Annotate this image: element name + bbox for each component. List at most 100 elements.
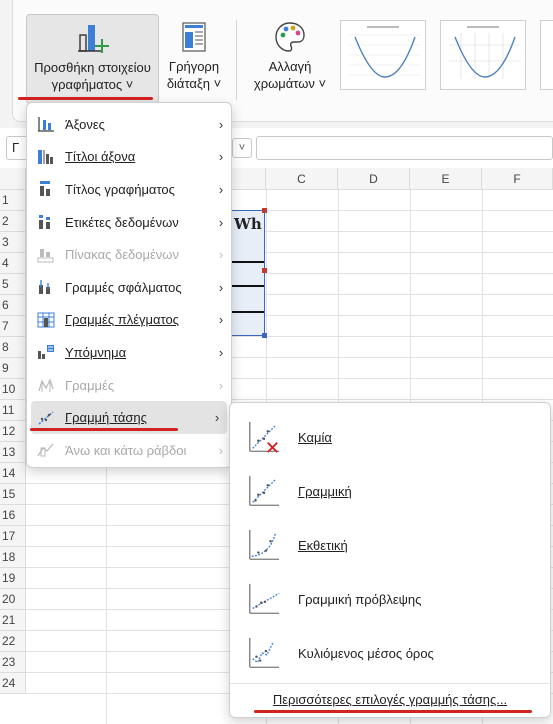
resize-handle[interactable]	[262, 333, 267, 338]
quick-layout-button[interactable]: Γρήγορη διάταξη ˅	[160, 14, 228, 104]
ribbon-separator	[236, 20, 237, 100]
menu-item-axes[interactable]: Άξονες ›	[27, 108, 231, 141]
row-header[interactable]: 16	[0, 505, 26, 526]
row-header[interactable]: 10	[0, 379, 26, 400]
quick-layout-label-1: Γρήγορη	[168, 59, 220, 74]
cell-border	[229, 311, 264, 313]
row-header[interactable]: 17	[0, 526, 26, 547]
menu-item-label: Γραμμή τάσης	[65, 410, 147, 426]
menu-item-label: Γραμμές σφάλματος	[65, 279, 182, 295]
row-header[interactable]: 13	[0, 442, 26, 463]
chevron-right-icon: ›	[218, 116, 224, 132]
data-table-icon	[37, 246, 59, 264]
menu-item-legend[interactable]: Υπόμνημα ›	[27, 336, 231, 369]
chart-style-preview	[449, 26, 521, 79]
trendline-exponential-icon	[249, 529, 280, 560]
axis-titles-icon	[37, 148, 59, 166]
trendline-submenu: Καμία Γραμμική Εκθετική Γραμμική πρόβλεψ…	[229, 402, 551, 718]
row-header[interactable]: 2	[0, 211, 26, 232]
legend-icon	[37, 343, 59, 361]
highlight-underline	[18, 97, 153, 100]
row-header[interactable]: 7	[0, 316, 26, 337]
submenu-item-linear-forecast[interactable]: Γραμμική πρόβλεψης	[230, 573, 550, 625]
row-header[interactable]: 1	[0, 190, 26, 211]
add-chart-element-menu: Άξονες › Τίτλοι άξονα › Τίτλος γραφήματο…	[26, 102, 232, 468]
menu-item-label: Γραμμές πλέγματος	[65, 312, 179, 328]
menu-item-label: Τίτλοι άξονα	[65, 149, 136, 165]
row-header[interactable]: 18	[0, 547, 26, 568]
chart-style-thumbnail-3[interactable]	[540, 20, 553, 90]
row-header[interactable]: 24	[0, 673, 26, 694]
change-colors-button[interactable]: Αλλαγή χρωμάτων ˅	[240, 14, 340, 104]
row-header[interactable]: 22	[0, 631, 26, 652]
formula-input[interactable]	[256, 136, 553, 160]
row-header[interactable]: 12	[0, 421, 26, 442]
add-chart-element-label-2: γραφήματος ˅	[51, 77, 134, 92]
row-header[interactable]: 14	[0, 463, 26, 484]
column-header-f[interactable]: F	[482, 168, 553, 190]
add-chart-element-icon	[77, 25, 109, 53]
select-all-corner[interactable]	[0, 168, 26, 190]
palette-icon	[275, 22, 305, 52]
chevron-right-icon: ›	[218, 377, 224, 393]
add-chart-element-button[interactable]: Προσθήκη στοιχείου γραφήματος ˅	[26, 14, 159, 104]
chart-style-preview	[349, 26, 421, 78]
menu-item-up-down-bars: Άνω και κάτω ράβδοι ›	[27, 434, 231, 467]
row-header[interactable]: 5	[0, 274, 26, 295]
row-header[interactable]: 6	[0, 295, 26, 316]
chart-style-thumbnail-1[interactable]	[340, 20, 426, 90]
resize-handle[interactable]	[262, 208, 267, 213]
submenu-item-none[interactable]: Καμία	[230, 411, 550, 463]
row-header[interactable]: 4	[0, 253, 26, 274]
cell-text: Wh	[234, 215, 262, 233]
gridlines-icon	[37, 311, 59, 329]
menu-item-error-bars[interactable]: Γραμμές σφάλματος ›	[27, 271, 231, 304]
menu-item-label: Ετικέτες δεδομένων	[65, 214, 179, 230]
menu-item-data-labels[interactable]: Ετικέτες δεδομένων ›	[27, 206, 231, 239]
resize-handle[interactable]	[262, 268, 267, 273]
change-colors-label-1: Αλλαγή	[268, 59, 312, 74]
menu-item-label: Πίνακας δεδομένων	[65, 247, 179, 263]
menu-item-chart-title[interactable]: Τίτλος γραφήματος ›	[27, 173, 231, 206]
submenu-item-label: Γραμμική πρόβλεψης	[298, 591, 422, 607]
add-chart-element-label-1: Προσθήκη στοιχείου	[34, 60, 151, 75]
trendline-icon	[37, 409, 59, 427]
row-header[interactable]: 9	[0, 358, 26, 379]
menu-item-label: Γραμμές	[65, 377, 115, 393]
chevron-right-icon: ›	[218, 181, 224, 197]
submenu-item-label: Εκθετική	[298, 537, 348, 553]
trendline-moving-average-icon	[249, 637, 280, 668]
submenu-item-linear[interactable]: Γραμμική	[230, 465, 550, 517]
row-header[interactable]: 3	[0, 232, 26, 253]
trendline-linear-forecast-icon	[249, 583, 280, 614]
row-header[interactable]: 21	[0, 610, 26, 631]
highlight-underline	[30, 428, 178, 431]
column-header-d[interactable]: D	[338, 168, 410, 190]
row-header[interactable]: 23	[0, 652, 26, 673]
row-header[interactable]: 11	[0, 400, 26, 421]
formula-bar-expand-icon[interactable]: ˅	[232, 138, 252, 158]
chevron-right-icon: ›	[218, 149, 224, 165]
menu-item-label: Υπόμνημα	[65, 344, 127, 360]
menu-item-gridlines[interactable]: Γραμμές πλέγματος ›	[27, 304, 231, 337]
quick-layout-icon	[182, 22, 206, 52]
menu-item-data-table: Πίνακας δεδομένων ›	[27, 238, 231, 271]
change-colors-label-2: χρωμάτων ˅	[253, 76, 327, 91]
column-header-c[interactable]: C	[266, 168, 338, 190]
row-header[interactable]: 15	[0, 484, 26, 505]
row-header[interactable]: 20	[0, 589, 26, 610]
selected-range[interactable]: Wh	[228, 210, 265, 336]
submenu-item-moving-average[interactable]: Κυλιόμενος μέσος όρος	[230, 627, 550, 679]
chart-style-thumbnail-2[interactable]	[440, 20, 526, 90]
menu-item-label: Τίτλος γραφήματος	[65, 181, 175, 197]
cell-border	[229, 285, 264, 287]
submenu-item-exponential[interactable]: Εκθετική	[230, 519, 550, 571]
data-labels-icon	[37, 213, 59, 231]
row-header[interactable]: 19	[0, 568, 26, 589]
chevron-right-icon: ›	[218, 344, 224, 360]
cell-border	[229, 261, 264, 263]
menu-item-axis-titles[interactable]: Τίτλοι άξονα ›	[27, 141, 231, 174]
row-header[interactable]: 8	[0, 337, 26, 358]
column-header-e[interactable]: E	[410, 168, 482, 190]
chevron-right-icon: ›	[218, 214, 224, 230]
